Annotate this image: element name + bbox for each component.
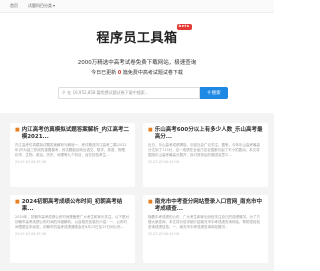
search-button-label: 搜索 [211,91,221,96]
site-title[interactable]: 程序员工具箱 beta [96,24,192,46]
search-button[interactable]: ⚲ 搜索 [200,87,228,99]
update-stats: 今日已更新 0 篇免费中高考试题试卷下载 [0,69,274,76]
tagline: 2000万精选中高考试卷免费下载网站，极速查询 [77,60,197,66]
card-date: 25-07-03 00:43:38 [148,232,179,236]
search-input[interactable]: ⚲ 在 16,952,858 篇免费试题试卷下载中搜索... [58,87,200,99]
card-title-text: 2024初朝高考成绩公布时间_初朝高考结果... [21,199,123,212]
article-card[interactable]: ■ 2024初朝高考成绩公布时间_初朝高考结果... 2024年，初朝市高考成绩… [10,195,135,263]
card-description: 近日，乐山高考成绩揭晓，引起社会广泛关注。据悉，今年乐山高考最高分达到了715分… [148,143,260,157]
card-title[interactable]: ■ 乐山高考600分以上有多少人数_乐山高考最高分... [148,127,263,141]
card-title-text: 内江高考仿真模拟试题答案解析_内江高考二模2021... [21,127,129,140]
card-title-text: 南充市中考查分网站登录入口官网_南充市中考成绩查... [154,199,262,212]
brand: 程序员工具箱 beta [0,24,274,46]
nav-home-link[interactable]: 首页 [10,3,18,9]
search-button-icon: ⚲ [207,90,211,96]
article-card[interactable]: ■ 乐山高考600分以上有多少人数_乐山高考最高分... 近日，乐山高考成绩揭晓… [143,123,268,187]
nav-categories-dropdown[interactable]: 试题科目分类 [28,3,55,9]
search-placeholder: 在 16,952,858 篇免费试题试卷下载中搜索... [67,90,149,95]
card-title[interactable]: ■ 2024初朝高考成绩公布时间_初朝高考结果... [15,199,130,213]
search-bar: ⚲ 在 16,952,858 篇免费试题试卷下载中搜索... ⚲ 搜索 [58,87,228,99]
card-description: 随着中考成绩的公布，广大考生和家长纷纷关注自己的成绩情况。为了方便大家查询，本文… [148,215,260,229]
document-icon: ■ [15,127,20,133]
card-title[interactable]: ■ 南充市中考查分网站登录入口官网_南充市中考成绩查... [148,199,263,213]
card-date: 25-07-03 00:43:38 [15,160,46,164]
card-date: 25-07-03 00:43:38 [148,160,179,164]
beta-badge: beta [176,24,192,30]
card-description: 2024年，初朝市高考成绩公布时间是备受广大考生和家长关注。以下是对初朝市高考成… [15,215,129,229]
document-icon: ■ [15,199,20,205]
card-description: 内江高考仿真模拟试题答案解析与解读一、考试概述内江高考二模(2021年)作为高三… [15,143,129,157]
updates-suffix: 篇免费中高考试题试卷下载 [122,70,183,76]
article-card[interactable]: ■ 南充市中考查分网站登录入口官网_南充市中考成绩查... 随着中考成绩的公布，… [143,195,268,263]
document-icon: ■ [148,199,153,205]
document-icon: ■ [148,127,153,133]
card-date: 25-07-03 00:43:38 [15,232,46,236]
updates-prefix: 今日已更新 [91,70,117,76]
card-list: ■ 内江高考仿真模拟试题答案解析_内江高考二模2021... 内江高考仿真模拟试… [0,113,274,271]
updates-count: 0 [117,70,122,76]
card-title[interactable]: ■ 内江高考仿真模拟试题答案解析_内江高考二模2021... [15,127,130,141]
card-title-text: 乐山高考600分以上有多少人数_乐山高考最高分... [154,127,263,140]
top-nav-bar: 首页 试题科目分类 [0,0,274,13]
site-title-text: 程序员工具箱 [96,31,178,46]
article-card[interactable]: ■ 内江高考仿真模拟试题答案解析_内江高考二模2021... 内江高考仿真模拟试… [10,123,135,187]
search-icon: ⚲ [62,90,66,96]
